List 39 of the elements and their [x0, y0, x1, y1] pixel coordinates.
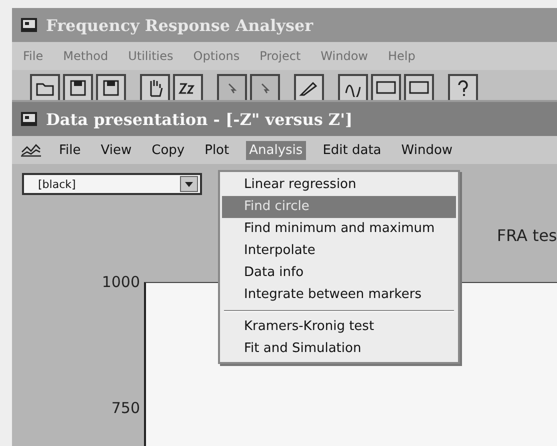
- color-dropdown[interactable]: [black]: [22, 173, 202, 195]
- caret-icon: [185, 182, 193, 186]
- chart-icon: [20, 142, 42, 158]
- menu-item[interactable]: Copy: [148, 140, 188, 160]
- toolbar-button[interactable]: [448, 74, 478, 100]
- menu-item[interactable]: Find minimum and maximum: [222, 218, 456, 240]
- window-title: Frequency Response Analyser: [46, 16, 314, 34]
- toolbar-button[interactable]: [30, 74, 60, 100]
- toolbar-button[interactable]: [404, 74, 434, 100]
- monitor-icon: [375, 80, 397, 96]
- chart-title: FRA tes: [496, 226, 557, 245]
- axis-label: 1000: [102, 273, 140, 291]
- help-icon: [456, 79, 470, 97]
- menu-item[interactable]: Linear regression: [222, 174, 456, 196]
- menu-item[interactable]: Interpolate: [222, 240, 456, 262]
- toolbar-button[interactable]: [96, 74, 126, 100]
- menu-item[interactable]: Plot: [202, 140, 232, 160]
- menu-item[interactable]: Edit data: [320, 140, 384, 160]
- menu-item[interactable]: Window: [398, 140, 456, 160]
- app-icon: [20, 111, 38, 127]
- monitor-icon: [408, 80, 430, 96]
- menu-item[interactable]: Analysis: [246, 140, 306, 160]
- window-title: Data presentation - [-Z" versus Z']: [46, 110, 353, 128]
- menu-item[interactable]: Fit and Simulation: [222, 338, 456, 360]
- menu-item[interactable]: File: [56, 140, 84, 160]
- toolbar-button[interactable]: [338, 74, 368, 100]
- dropdown-button[interactable]: [180, 176, 198, 192]
- pen-icon: [299, 79, 319, 97]
- toolbar-button[interactable]: [63, 74, 93, 100]
- menu-item[interactable]: Data info: [222, 262, 456, 284]
- menu-item[interactable]: Kramers-Kronig test: [222, 316, 456, 338]
- toolbar-button[interactable]: [294, 74, 324, 100]
- toolbar-button[interactable]: [173, 74, 203, 100]
- app-icon: [20, 17, 38, 33]
- toolbar-button[interactable]: [140, 74, 170, 100]
- menu-item[interactable]: Integrate between markers: [222, 284, 456, 306]
- axis-label: 750: [111, 399, 140, 417]
- toolbar-button[interactable]: [371, 74, 401, 100]
- menu-item[interactable]: View: [98, 140, 135, 160]
